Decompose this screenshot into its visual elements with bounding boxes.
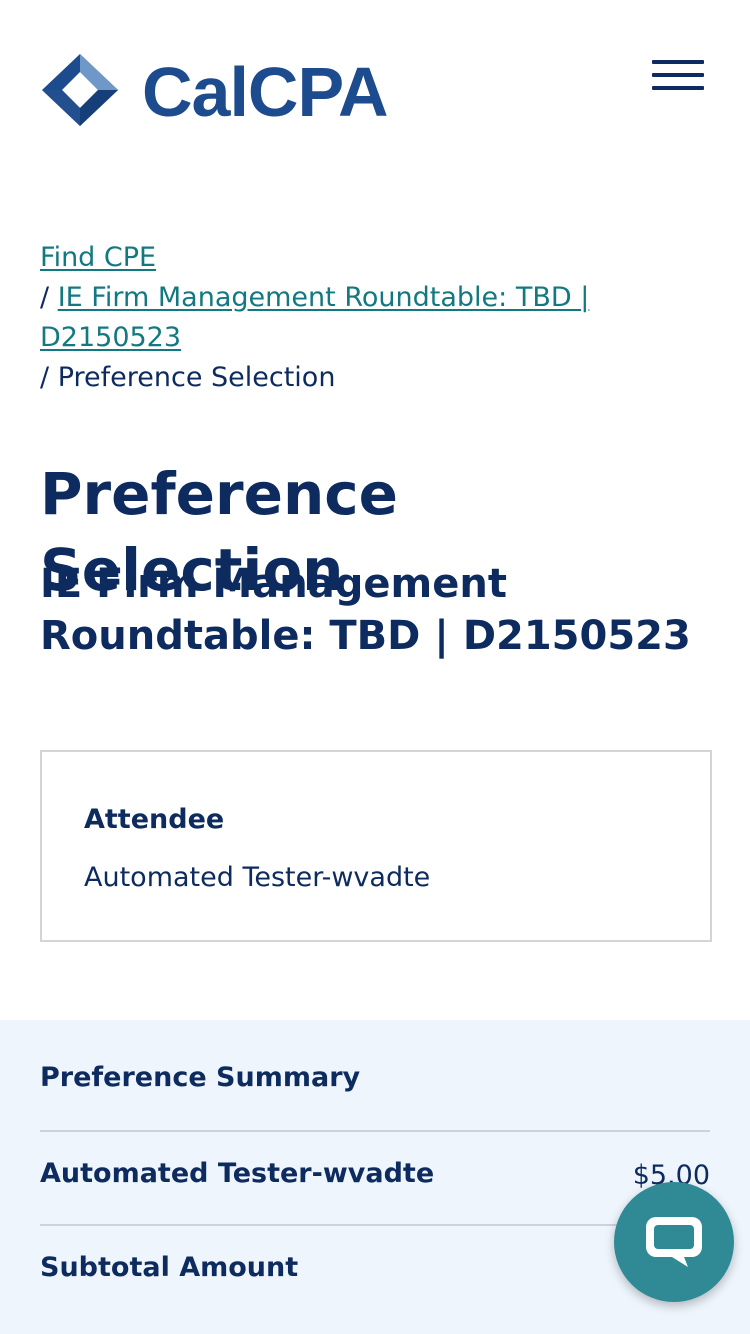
- chat-bubble-icon: [646, 1217, 702, 1267]
- attendee-label: Attendee: [84, 804, 225, 835]
- divider: [40, 1224, 710, 1226]
- subtotal-label: Subtotal Amount: [40, 1252, 299, 1283]
- menu-bar: [652, 73, 704, 77]
- chat-button[interactable]: [614, 1182, 734, 1302]
- summary-row-label: Automated Tester-wvadte: [40, 1158, 435, 1189]
- site-header: CalCPA: [0, 0, 750, 190]
- breadcrumb-current: Preference Selection: [57, 362, 336, 393]
- brand-name: CalCPA: [142, 53, 389, 131]
- breadcrumb-link-find-cpe[interactable]: Find CPE: [40, 242, 156, 273]
- divider: [40, 1130, 710, 1132]
- event-title: IE Firm Management Roundtable: TBD | D21…: [40, 561, 691, 659]
- breadcrumb: Find CPE / IE Firm Management Roundtable…: [40, 238, 660, 398]
- hamburger-menu-icon[interactable]: [652, 60, 704, 98]
- summary-heading: Preference Summary: [40, 1062, 361, 1093]
- breadcrumb-separator: /: [40, 362, 50, 393]
- breadcrumb-link-event[interactable]: IE Firm Management Roundtable: TBD | D21…: [40, 282, 589, 353]
- breadcrumb-separator: /: [40, 282, 50, 313]
- menu-bar: [652, 86, 704, 90]
- attendee-card: Attendee Automated Tester-wvadte: [40, 750, 712, 942]
- calcpa-cube-logo-icon: [42, 54, 118, 126]
- page: CalCPA Find CPE / IE Firm Management Rou…: [0, 0, 750, 1334]
- attendee-name: Automated Tester-wvadte: [84, 862, 431, 893]
- menu-bar: [652, 60, 704, 64]
- logo[interactable]: CalCPA: [40, 52, 389, 132]
